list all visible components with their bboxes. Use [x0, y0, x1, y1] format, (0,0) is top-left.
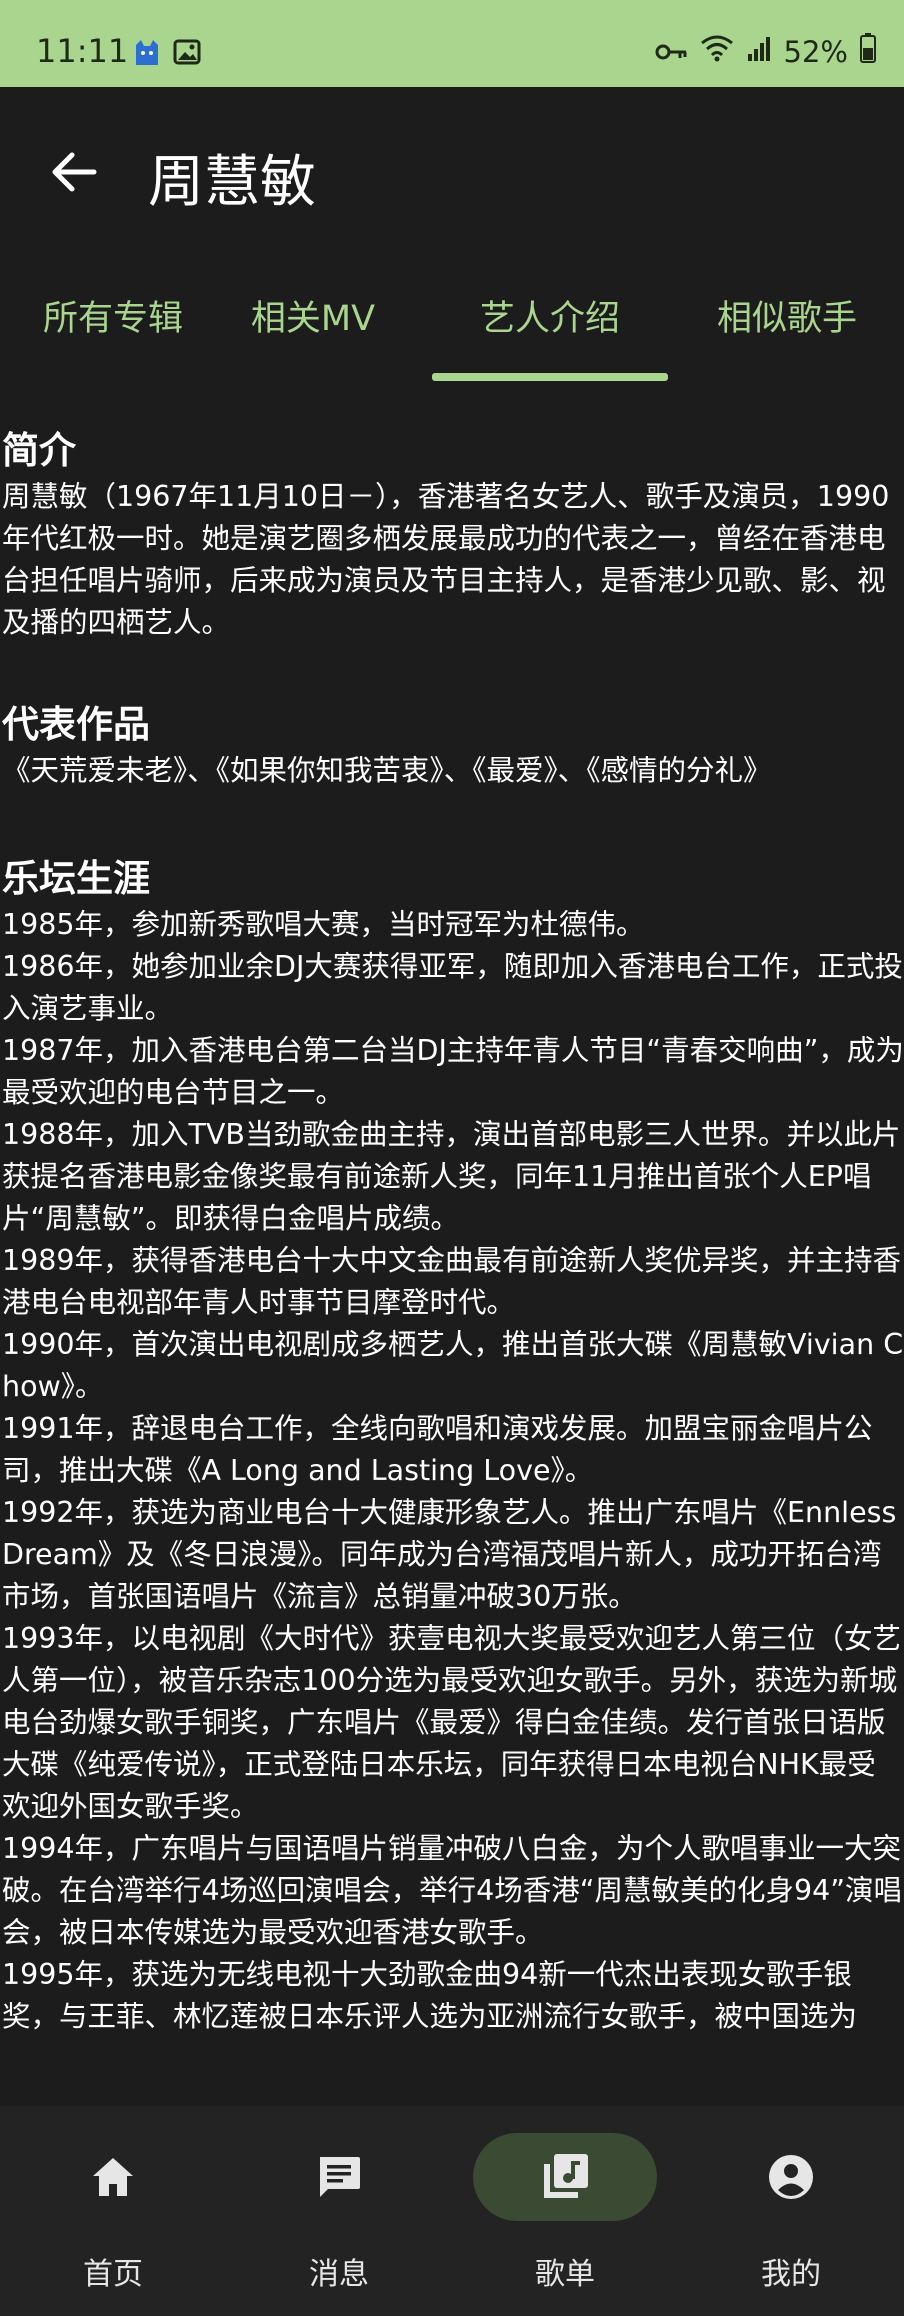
tab-artist-intro[interactable]: 艺人介绍: [437, 290, 663, 385]
nav-home-label: 首页: [83, 2257, 143, 2292]
artist-intro-content[interactable]: 简介 周慧敏（1967年11月10日－），香港著名女艺人、歌手及演员，1990年…: [0, 426, 904, 2106]
home-icon: [93, 2158, 133, 2196]
back-arrow-icon: [52, 152, 97, 192]
image-icon: [172, 37, 202, 65]
intro-section-title: 简介: [2, 429, 76, 472]
works-text: 《天荒爱未老》、《如果你知我苦衷》、《最爱》、《感情的分礼》: [2, 754, 772, 787]
message-icon: [320, 2157, 360, 2197]
battery-text: 52%: [783, 34, 848, 69]
selected-tab-indicator: [432, 373, 668, 381]
status-time: 11:11: [36, 32, 129, 70]
career-section-title: 乐坛生涯: [2, 857, 150, 900]
career-text: 1985年，参加新秀歌唱大赛，当时冠军为杜德伟。 1986年，她参加业余DJ大赛…: [2, 908, 904, 2033]
tab-bar: 所有专辑 相关MV 艺人介绍 相似歌手: [0, 290, 904, 385]
status-bar: 11:11 52%: [0, 0, 904, 87]
wifi-icon: [700, 34, 734, 69]
nav-messages[interactable]: 消息: [226, 2106, 452, 2316]
nav-playlists[interactable]: 歌单: [452, 2106, 678, 2316]
nav-home[interactable]: 首页: [0, 2106, 226, 2316]
back-button[interactable]: [44, 142, 104, 202]
key-icon: [654, 35, 688, 69]
tab-all-albums[interactable]: 所有专辑: [0, 290, 226, 385]
cat-app-icon: [132, 37, 162, 65]
tab-related-mv[interactable]: 相关MV: [200, 290, 426, 385]
top-app-bar: 周慧敏: [0, 87, 904, 257]
battery-icon: [860, 33, 876, 70]
intro-text: 周慧敏（1967年11月10日－），香港著名女艺人、歌手及演员，1990年代红极…: [2, 480, 890, 639]
page-title: 周慧敏: [148, 150, 316, 215]
nav-playlists-label: 歌单: [535, 2257, 595, 2292]
bottom-navigation: 首页 消息 歌单 我的: [0, 2106, 904, 2316]
works-section-title: 代表作品: [2, 703, 150, 746]
nav-profile-label: 我的: [761, 2257, 821, 2292]
profile-icon: [769, 2155, 813, 2199]
playlist-icon: [544, 2154, 588, 2198]
nav-messages-label: 消息: [309, 2257, 369, 2292]
tab-similar-artists[interactable]: 相似歌手: [674, 290, 900, 385]
signal-icon: [746, 35, 772, 69]
nav-profile[interactable]: 我的: [678, 2106, 904, 2316]
